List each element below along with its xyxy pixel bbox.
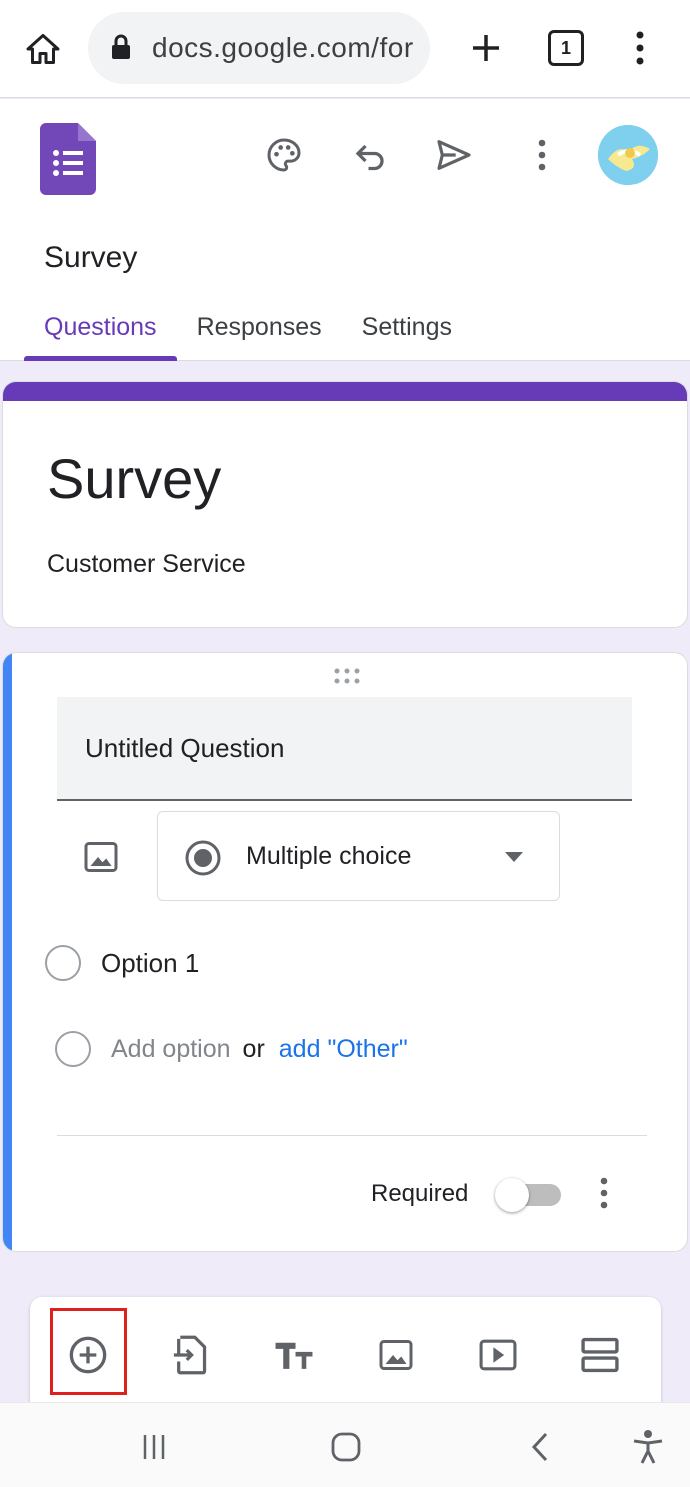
tab-bar: Questions Responses Settings — [24, 305, 472, 361]
add-image-icon[interactable] — [79, 835, 123, 879]
form-title[interactable]: Survey — [47, 446, 221, 511]
browser-menu-icon[interactable] — [620, 24, 660, 72]
tab-switcher-button[interactable]: 1 — [548, 30, 584, 66]
palette-icon[interactable] — [260, 131, 308, 179]
form-name: Survey — [44, 241, 138, 274]
title-card-accent — [3, 382, 687, 401]
option-row[interactable]: Option 1 — [45, 945, 199, 981]
question-type-label: Multiple choice — [246, 842, 412, 870]
divider — [57, 1135, 647, 1136]
form-description[interactable]: Customer Service — [47, 550, 246, 579]
radio-icon — [45, 945, 81, 981]
lock-icon — [110, 34, 132, 65]
add-option-button[interactable]: Add option — [111, 1035, 231, 1064]
google-forms-logo-icon[interactable] — [40, 123, 96, 200]
add-other-link[interactable]: add "Other" — [279, 1035, 408, 1064]
add-image-icon[interactable] — [368, 1327, 424, 1383]
address-bar[interactable]: docs.google.com/for — [88, 12, 430, 84]
back-icon[interactable] — [518, 1425, 562, 1469]
add-item-toolbar — [30, 1297, 661, 1417]
new-tab-plus-icon[interactable] — [462, 24, 510, 72]
tab-responses[interactable]: Responses — [177, 305, 342, 361]
add-title-description-icon[interactable] — [266, 1327, 322, 1383]
add-question-icon[interactable] — [60, 1327, 116, 1383]
question-card-accent — [3, 653, 12, 1251]
or-text: or — [242, 1034, 265, 1063]
radio-icon — [55, 1031, 91, 1067]
send-icon[interactable] — [430, 131, 478, 179]
home-button-icon[interactable] — [324, 1425, 368, 1469]
accessibility-icon[interactable] — [626, 1425, 670, 1469]
add-video-icon[interactable] — [470, 1327, 526, 1383]
question-card[interactable]: Untitled Question Multiple choice Option… — [2, 652, 688, 1252]
question-title-input[interactable]: Untitled Question — [57, 697, 632, 801]
tab-questions[interactable]: Questions — [24, 305, 177, 361]
add-section-icon[interactable] — [572, 1327, 628, 1383]
required-label: Required — [371, 1180, 469, 1207]
drag-handle-icon[interactable] — [333, 667, 363, 690]
home-icon[interactable] — [18, 24, 68, 74]
chevron-down-icon — [504, 850, 524, 868]
undo-icon[interactable] — [346, 131, 394, 179]
tab-settings[interactable]: Settings — [342, 305, 472, 361]
url-text: docs.google.com/for — [152, 32, 414, 63]
system-nav-bar — [0, 1402, 690, 1487]
import-questions-icon[interactable] — [162, 1327, 218, 1383]
add-option-row: Add option or add "Other" — [55, 1031, 408, 1067]
recent-apps-icon[interactable] — [132, 1425, 176, 1469]
question-more-icon[interactable] — [589, 1171, 619, 1215]
question-type-dropdown[interactable]: Multiple choice — [157, 811, 560, 901]
browser-toolbar: docs.google.com/for 1 — [0, 0, 690, 98]
forms-header: Survey Questions Responses Settings — [0, 99, 690, 361]
required-toggle[interactable] — [495, 1178, 561, 1212]
radio-selected-icon — [184, 839, 222, 882]
form-title-card[interactable]: Survey Customer Service — [2, 381, 688, 628]
question-title-text: Untitled Question — [85, 733, 285, 763]
option-label[interactable]: Option 1 — [101, 948, 199, 979]
avatar[interactable] — [598, 125, 658, 185]
more-options-icon[interactable] — [518, 131, 566, 179]
